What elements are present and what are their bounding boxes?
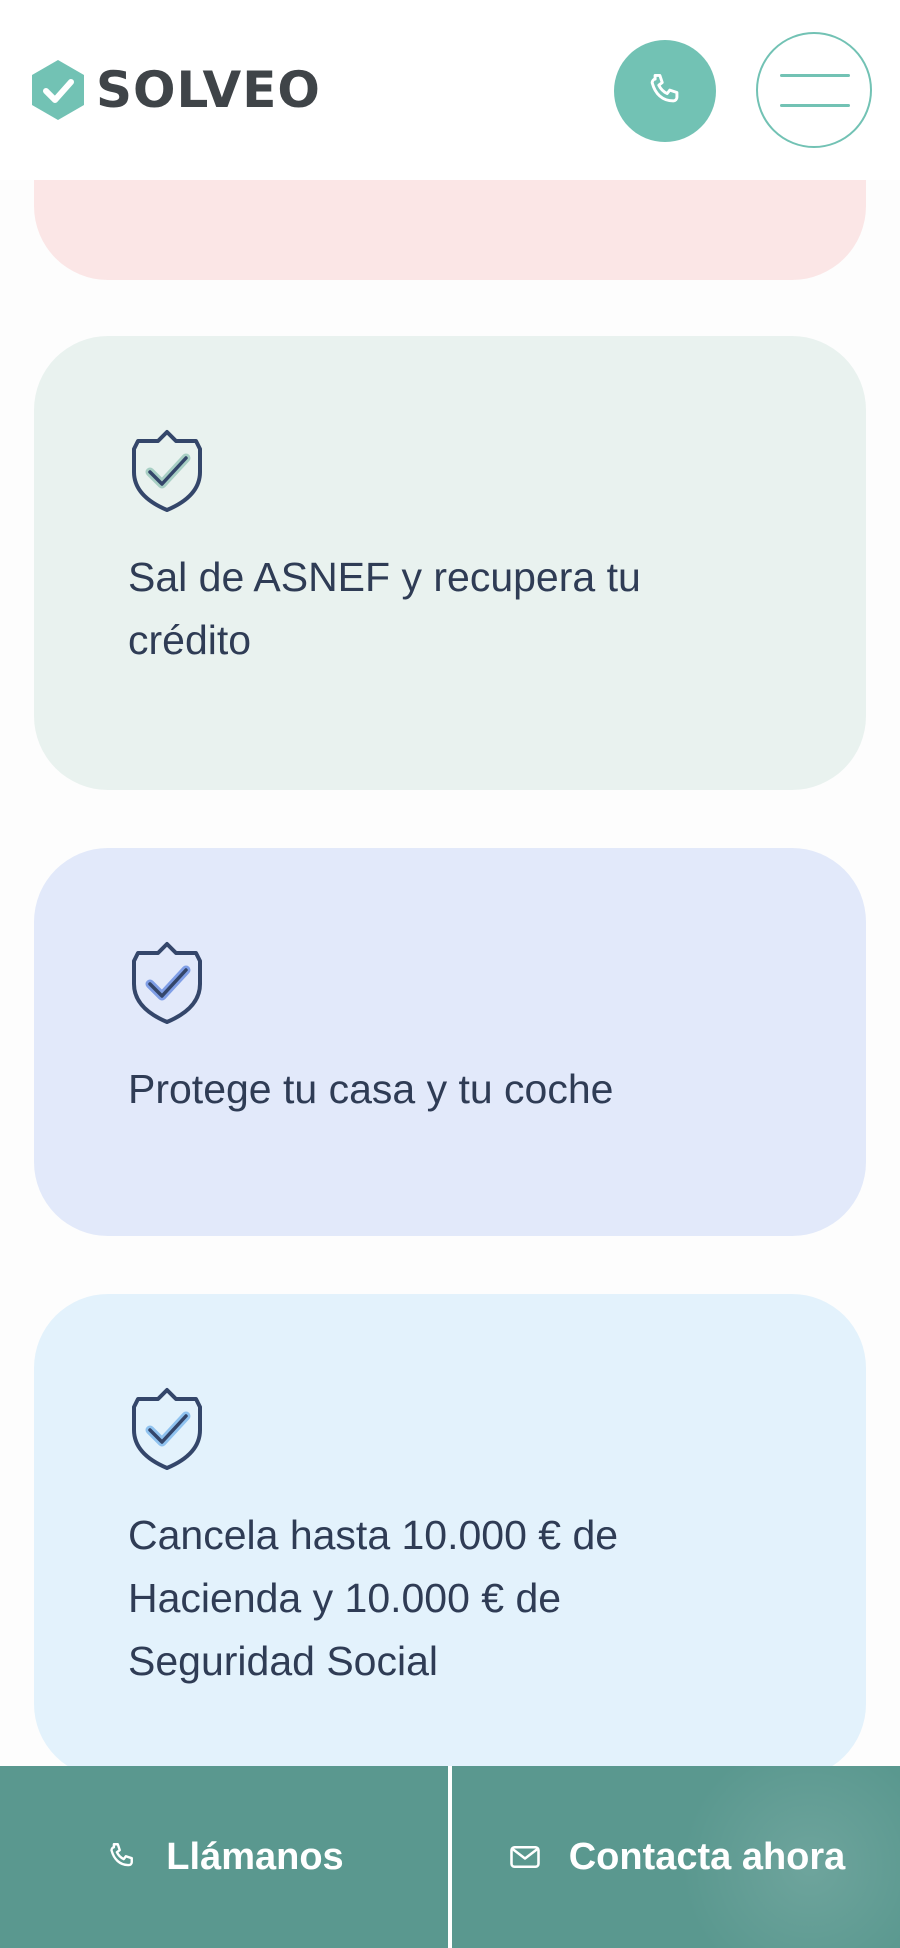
site-header: SOLVEO — [0, 0, 900, 180]
menu-button[interactable] — [756, 32, 872, 148]
benefit-card-asnef: Sal de ASNEF y recupera tu crédito — [34, 336, 866, 790]
shield-check-icon — [132, 1388, 202, 1470]
benefit-card-protect: Protege tu casa y tu coche — [34, 848, 866, 1236]
call-us-label: Llámanos — [166, 1835, 344, 1878]
benefit-text: Sal de ASNEF y recupera tu crédito — [128, 554, 641, 663]
bottom-action-bar: Llámanos Contacta ahora — [0, 1766, 900, 1948]
brand-name: SOLVEO — [96, 61, 321, 119]
hamburger-menu-icon-line — [780, 104, 850, 107]
phone-icon — [650, 73, 679, 103]
brand-logo[interactable]: SOLVEO — [30, 58, 321, 122]
shield-check-icon — [132, 430, 202, 512]
contact-now-label: Contacta ahora — [568, 1835, 846, 1878]
contact-now-button[interactable]: Contacta ahora — [452, 1766, 900, 1948]
benefit-text: Protege tu casa y tu coche — [128, 1066, 614, 1112]
hamburger-menu-icon — [780, 74, 850, 77]
call-us-button[interactable]: Llámanos — [0, 1766, 448, 1948]
phone-icon — [110, 1843, 134, 1867]
check-hexagon-icon — [32, 60, 84, 120]
shield-check-icon — [132, 942, 202, 1024]
page: SOLVEO Sal de ASNEF y recupera tu crédit… — [0, 0, 900, 1948]
envelope-icon — [509, 1845, 540, 1869]
call-button[interactable] — [614, 40, 716, 142]
benefit-card-cancel-debt: Cancela hasta 10.000 € de Hacienda y 10.… — [34, 1294, 866, 1778]
benefit-text: Cancela hasta 10.000 € de Hacienda y 10.… — [128, 1512, 619, 1684]
